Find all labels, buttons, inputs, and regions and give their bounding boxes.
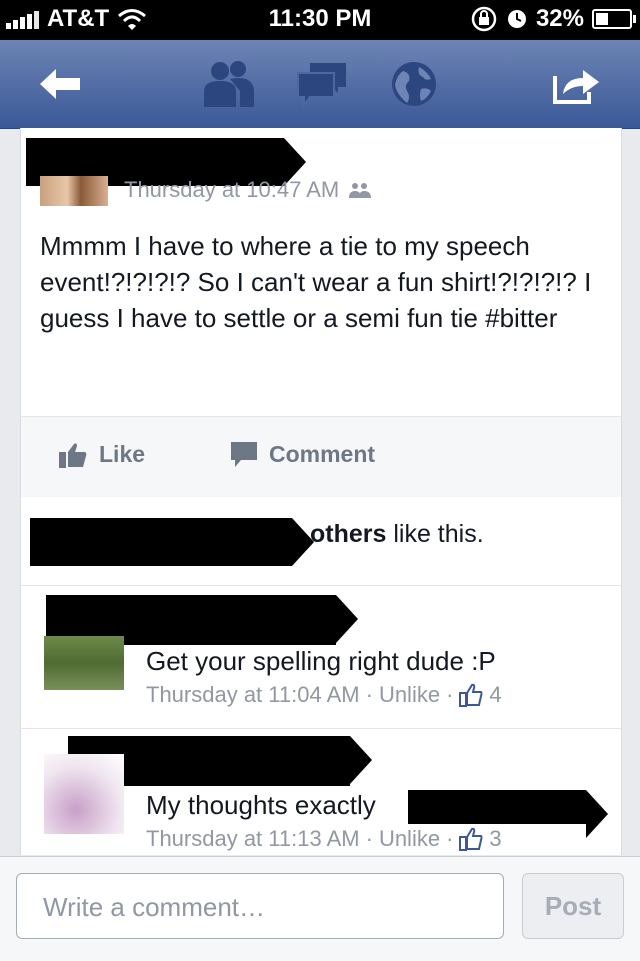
comment-timestamp[interactable]: Thursday at 11:13 AM <box>146 826 360 852</box>
comment-like-count[interactable]: 3 <box>489 826 501 852</box>
share-icon <box>553 70 599 104</box>
comment-meta: Thursday at 11:04 AM · Unlike · 4 <box>146 682 502 708</box>
status-bar: AT&T 11:30 PM 32% <box>0 0 640 40</box>
author-avatar[interactable] <box>40 176 108 206</box>
alarm-icon <box>507 10 526 28</box>
rotation-lock-icon <box>471 6 497 32</box>
thumbs-up-icon <box>459 827 483 851</box>
thumbs-up-icon <box>459 683 483 707</box>
messages-icon <box>297 63 346 107</box>
comment-button[interactable]: Comment <box>231 441 375 468</box>
comment-like-count[interactable]: 4 <box>489 682 501 708</box>
comment-input[interactable]: Write a comment… <box>16 873 504 939</box>
post-timestamp[interactable]: Thursday at 10:47 AM <box>124 177 339 203</box>
comment-text: My thoughts exactly <box>146 790 376 820</box>
redacted-tagged-name <box>408 790 608 838</box>
like-label: Like <box>99 441 146 467</box>
notifications-globe-icon <box>392 62 436 106</box>
separator-dot: · <box>365 682 373 707</box>
post-text: Mmmm I have to where a tie to my speech … <box>40 231 592 333</box>
likes-suffix: like this. <box>386 520 484 548</box>
separator-dot: · <box>446 682 454 707</box>
back-arrow-icon <box>40 69 80 99</box>
likes-summary: others like this. <box>310 520 484 549</box>
comment-meta: Thursday at 11:13 AM · Unlike · 3 <box>146 826 502 852</box>
friend-requests-button[interactable] <box>198 58 258 110</box>
battery-percent: 32% <box>535 5 584 32</box>
notifications-button[interactable] <box>386 58 442 110</box>
separator-dot: · <box>446 826 454 851</box>
share-button[interactable] <box>546 58 606 110</box>
friend-requests-icon <box>204 61 254 107</box>
post-meta: Thursday at 10:47 AM <box>124 177 372 203</box>
unlike-link[interactable]: Unlike <box>379 682 440 708</box>
status-right: 32% <box>470 5 636 33</box>
separator-dot: · <box>365 826 373 851</box>
commenter-avatar[interactable] <box>44 636 124 690</box>
comment-timestamp[interactable]: Thursday at 11:04 AM <box>146 682 360 708</box>
battery-icon <box>592 9 636 29</box>
comment-label: Comment <box>269 441 376 467</box>
messages-button[interactable] <box>292 58 352 110</box>
others-link[interactable]: others <box>310 520 386 548</box>
commenter-avatar[interactable] <box>44 754 124 834</box>
comment-bubble-icon <box>231 441 257 467</box>
post-actions: Like Comment <box>20 416 622 498</box>
friends-icon <box>349 183 372 198</box>
redacted-likers <box>30 518 314 566</box>
back-button[interactable] <box>30 58 90 110</box>
unlike-link[interactable]: Unlike <box>379 826 440 852</box>
like-button[interactable]: Like <box>59 441 145 468</box>
nav-bar <box>0 40 640 129</box>
thumbs-up-icon <box>59 442 87 468</box>
comment-text: Get your spelling right dude :P <box>146 646 496 676</box>
post-button[interactable]: Post <box>522 873 624 939</box>
comment-composer: Write a comment… Post <box>0 856 640 961</box>
